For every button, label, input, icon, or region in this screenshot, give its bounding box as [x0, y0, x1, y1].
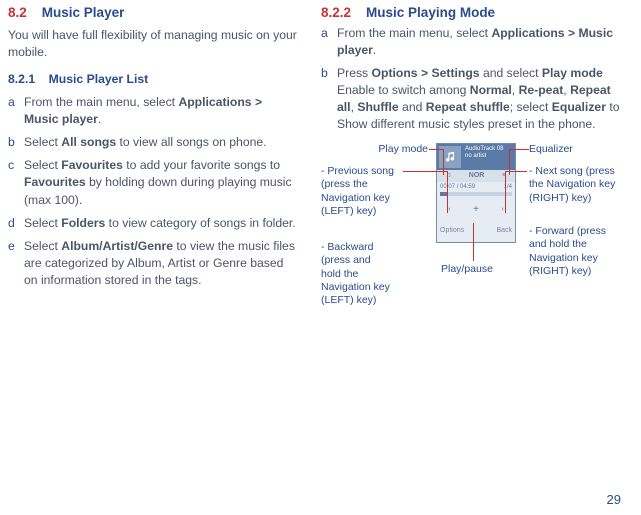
- label-equalizer: Equalizer: [529, 143, 573, 156]
- bold: Favourites: [61, 158, 123, 172]
- text: From the main menu, select: [24, 95, 178, 109]
- bold: Re-peat: [519, 83, 564, 97]
- step-body: Select Favourites to add your favorite s…: [24, 157, 297, 208]
- progress-bar: [440, 192, 512, 196]
- label-previous-song: - Previous song (press the Navigation ke…: [321, 165, 401, 218]
- label-backward: - Backward (press and hold the Navigatio…: [321, 241, 391, 307]
- text: .: [373, 43, 376, 57]
- mode-bar: ♫ NOR ≡: [437, 170, 515, 182]
- step-b: b Select All songs to view all songs on …: [8, 134, 297, 151]
- callout-line: [505, 171, 527, 172]
- callout-line: [473, 223, 474, 261]
- phone-screenshot: AudioTrack 08 no artist ♫ NOR ≡ 00:07 / …: [436, 143, 516, 243]
- subsection-heading: 8.2.2 Music Playing Mode: [321, 4, 621, 23]
- step-b: b Press Options > Settings and select Pl…: [321, 65, 621, 133]
- step-body: From the main menu, select Applications …: [337, 25, 621, 59]
- next-icon: ›: [501, 205, 503, 215]
- step-body: From the main menu, select Applications …: [24, 94, 297, 128]
- callout-line: [429, 149, 443, 150]
- text: and select: [480, 66, 542, 80]
- callout-line: [509, 149, 517, 150]
- track-title: AudioTrack 08: [465, 146, 503, 153]
- prev-icon: ‹: [448, 205, 450, 215]
- callout-line: [505, 171, 506, 213]
- track-artist: no artist: [465, 153, 503, 160]
- bold: Normal: [470, 83, 512, 97]
- step-letter: b: [321, 65, 337, 133]
- section-heading: 8.2 Music Player: [8, 4, 297, 23]
- section-title: Music Player: [42, 4, 125, 23]
- step-body: Select All songs to view all songs on ph…: [24, 134, 267, 151]
- label-play-pause: Play/pause: [441, 263, 493, 276]
- step-d: d Select Folders to view category of son…: [8, 215, 297, 232]
- step-c: c Select Favourites to add your favorite…: [8, 157, 297, 208]
- step-a: a From the main menu, select Application…: [321, 25, 621, 59]
- text: ,: [512, 83, 519, 97]
- softkey-row: Options Back: [437, 224, 515, 238]
- text: Select: [24, 216, 61, 230]
- text: to view category of songs in folder.: [105, 216, 295, 230]
- text: Press: [337, 66, 372, 80]
- text: Select: [24, 239, 61, 253]
- callout-line: [403, 171, 447, 172]
- text: and: [399, 100, 426, 114]
- step-body: Press Options > Settings and select Play…: [337, 65, 621, 133]
- callout-line: [447, 171, 448, 213]
- step-letter: d: [8, 215, 24, 232]
- step-letter: a: [321, 25, 337, 59]
- text: Select: [24, 158, 61, 172]
- transport-controls: ‹ + ›: [437, 196, 515, 224]
- bold: Album/Artist/Genre: [61, 239, 173, 253]
- step-letter: b: [8, 134, 24, 151]
- player-diagram: AudioTrack 08 no artist ♫ NOR ≡ 00:07 / …: [321, 143, 621, 363]
- text: ; select: [510, 100, 552, 114]
- bold: Repeat shuffle: [426, 100, 510, 114]
- step-letter: c: [8, 157, 24, 208]
- bold: Folders: [61, 216, 105, 230]
- step-body: Select Folders to view category of songs…: [24, 215, 296, 232]
- text: Enable to switch among: [337, 83, 470, 97]
- label-next-song: - Next song (press the Navigation key (R…: [529, 165, 619, 204]
- bold: All songs: [61, 135, 116, 149]
- subsection-title: Music Player List: [49, 71, 149, 88]
- bold: Equalizer: [552, 100, 606, 114]
- subsection-number: 8.2.1: [8, 71, 35, 88]
- section-number: 8.2: [8, 4, 27, 23]
- softkey-left: Options: [440, 226, 464, 236]
- bold: Favourites: [24, 175, 86, 189]
- label-forward: - Forward (press and hold the Navigation…: [529, 225, 624, 278]
- now-playing-header: AudioTrack 08 no artist: [437, 144, 515, 170]
- subsection-number: 8.2.2: [321, 4, 351, 23]
- step-a: a From the main menu, select Application…: [8, 94, 297, 128]
- subsection-title: Music Playing Mode: [366, 4, 495, 23]
- track-info: AudioTrack 08 no artist: [463, 144, 503, 170]
- callout-line: [517, 149, 529, 150]
- play-pause-icon: +: [473, 205, 479, 215]
- step-letter: a: [8, 94, 24, 128]
- time-row: 00:07 / 04:59 1/4: [437, 182, 515, 192]
- bold: Play mode: [542, 66, 603, 80]
- text: From the main menu, select: [337, 26, 491, 40]
- step-e: e Select Album/Artist/Genre to view the …: [8, 238, 297, 289]
- bold: Shuffle: [357, 100, 398, 114]
- label-play-mode: Play mode: [373, 143, 428, 156]
- softkey-right: Back: [496, 226, 512, 236]
- bold: Options > Settings: [372, 66, 480, 80]
- time-elapsed: 00:07 / 04:59: [440, 183, 475, 191]
- text: Select: [24, 135, 61, 149]
- text: .: [98, 112, 101, 126]
- mode-indicator: NOR: [469, 171, 485, 181]
- text: to view all songs on phone.: [116, 135, 266, 149]
- text: to add your favorite songs to: [123, 158, 280, 172]
- subsection-heading: 8.2.1 Music Player List: [8, 71, 297, 88]
- section-intro: You will have full flexibility of managi…: [8, 27, 297, 61]
- step-body: Select Album/Artist/Genre to view the mu…: [24, 238, 297, 289]
- page-number: 29: [607, 491, 621, 509]
- step-letter: e: [8, 238, 24, 289]
